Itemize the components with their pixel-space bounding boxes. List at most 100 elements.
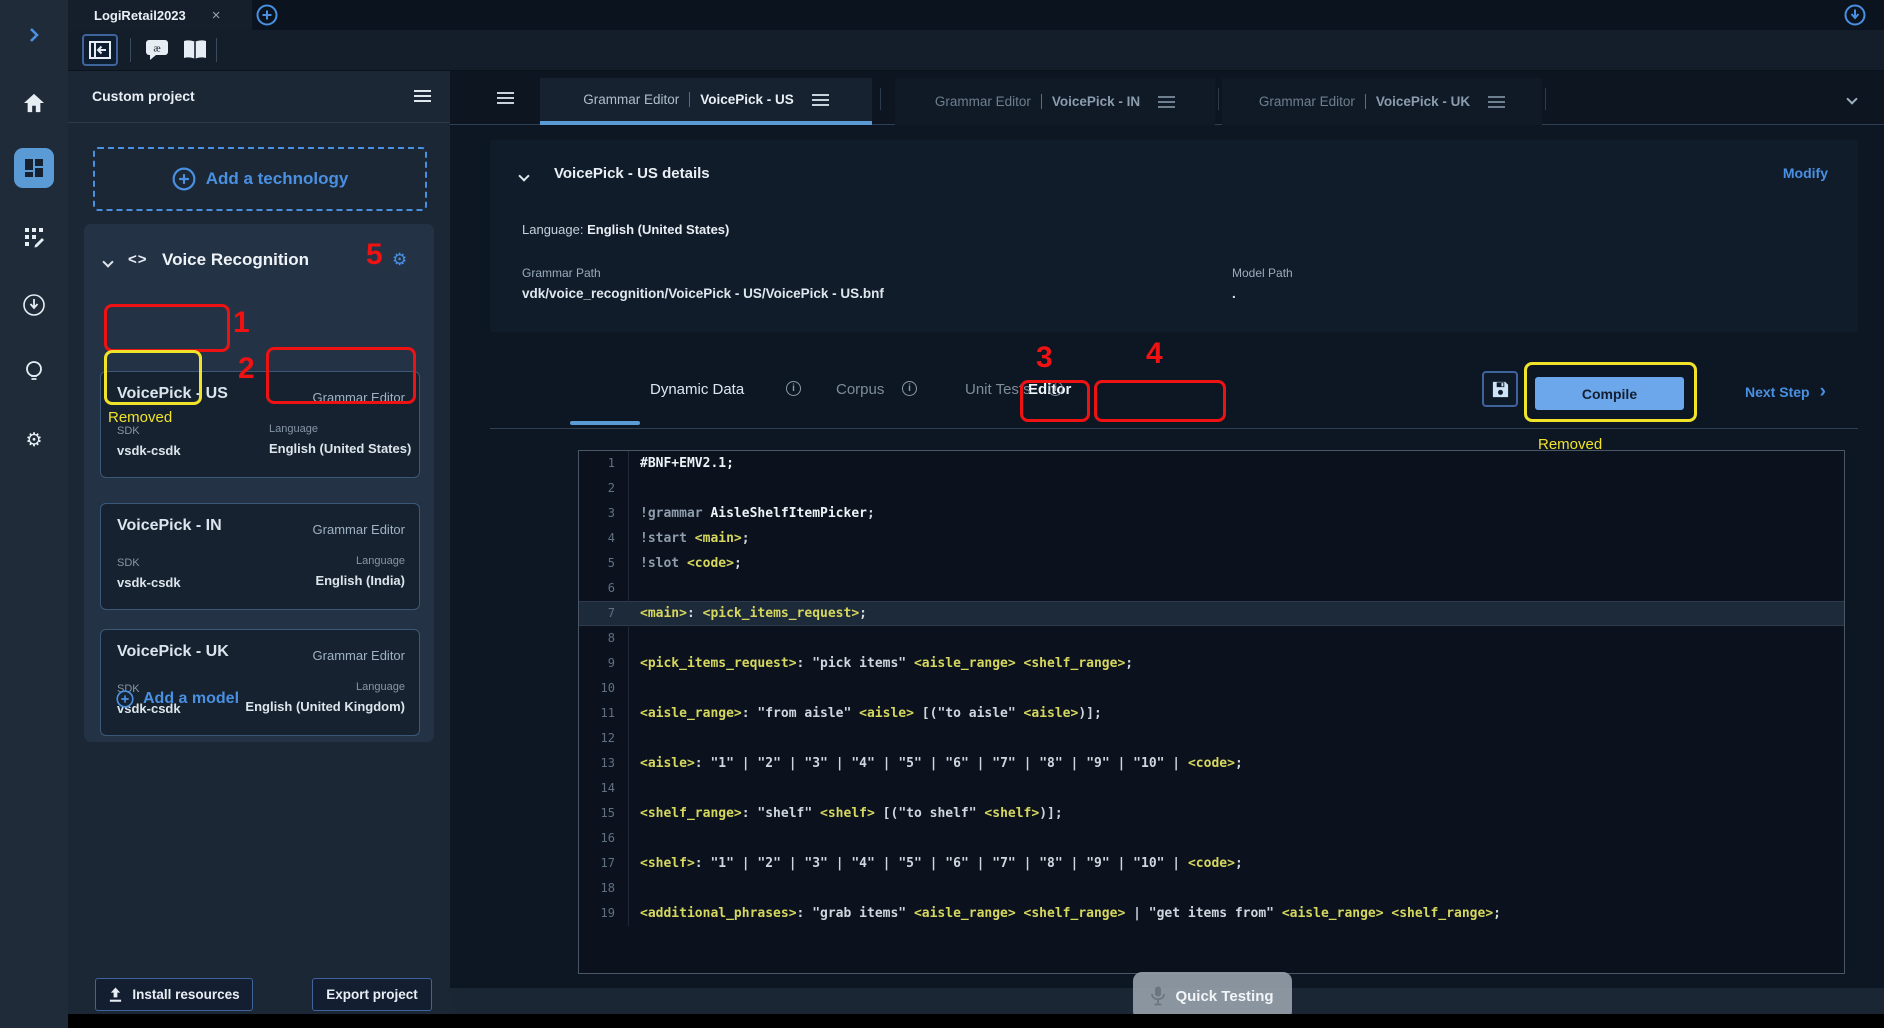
code-line[interactable]: 5!slot <code>; xyxy=(579,551,1844,576)
line-number: 14 xyxy=(579,776,629,801)
code-token: | xyxy=(1125,906,1148,921)
code-line[interactable]: 9<pick_items_request>: "pick items" <ais… xyxy=(579,651,1844,676)
tab-app-label: Grammar Editor xyxy=(583,92,679,107)
code-token: ; xyxy=(1235,856,1243,871)
code-line[interactable]: 16 xyxy=(579,826,1844,851)
project-tab-title: LogiRetail2023 xyxy=(94,8,186,23)
settings-nav-button[interactable]: ⚙ xyxy=(0,420,68,460)
code-line[interactable]: 6 xyxy=(579,576,1844,601)
code-token: "4" xyxy=(851,756,874,771)
code-token: : xyxy=(687,606,703,621)
home-nav-button[interactable] xyxy=(0,83,68,123)
tab-corpus[interactable]: Corpus xyxy=(836,381,884,398)
code-line[interactable]: 1#BNF+EMV2.1; xyxy=(579,451,1844,476)
gear-icon: ⚙ xyxy=(25,429,42,452)
add-technology-button[interactable]: Add a technology xyxy=(93,147,427,211)
code-line[interactable]: 2 xyxy=(579,476,1844,501)
save-button[interactable] xyxy=(1482,371,1518,407)
quick-testing-button[interactable]: Quick Testing xyxy=(1133,972,1292,1020)
info-icon[interactable]: i xyxy=(786,381,801,396)
projects-nav-button-active[interactable] xyxy=(14,148,54,188)
grammar-path-label: Grammar Path xyxy=(522,266,601,280)
tab-menu-icon[interactable] xyxy=(1488,101,1505,103)
section-settings-gear-icon[interactable]: ⚙ xyxy=(392,250,407,270)
code-token: <shelf_range> xyxy=(1024,656,1126,671)
code-token: "2" xyxy=(757,756,780,771)
phonetic-tool-button[interactable]: æ xyxy=(142,36,172,64)
code-token: "6" xyxy=(945,756,968,771)
line-number: 6 xyxy=(579,576,629,601)
tab-unit-tests[interactable]: Unit Tests xyxy=(965,381,1031,398)
code-line[interactable]: 13<aisle>: "1" | "2" | "3" | "4" | "5" |… xyxy=(579,751,1844,776)
panel-menu-icon[interactable] xyxy=(414,95,431,97)
add-model-button[interactable]: Add a model xyxy=(116,690,239,708)
compile-button[interactable]: Compile xyxy=(1535,377,1684,410)
code-line[interactable]: 17<shelf>: "1" | "2" | "3" | "4" | "5" |… xyxy=(579,851,1844,876)
code-text: <shelf>: "1" | "2" | "3" | "4" | "5" | "… xyxy=(629,851,1243,876)
tab-menu-icon[interactable] xyxy=(1158,101,1175,103)
code-line[interactable]: 18 xyxy=(579,876,1844,901)
code-line[interactable]: 10 xyxy=(579,676,1844,701)
templates-nav-button[interactable] xyxy=(0,217,68,257)
tab-overflow-chevron-icon[interactable] xyxy=(1846,93,1857,104)
project-panel: Custom project Add a technology <> Voice… xyxy=(68,71,450,1014)
code-line[interactable]: 15<shelf_range>: "shelf" <shelf> [("to s… xyxy=(579,801,1844,826)
toolbar: æ xyxy=(68,30,1884,71)
downloads-nav-button[interactable] xyxy=(0,285,68,325)
tips-nav-button[interactable] xyxy=(0,352,68,392)
info-icon[interactable]: i xyxy=(1048,381,1063,396)
language-label: Language xyxy=(356,681,405,693)
code-token: "5" xyxy=(898,856,921,871)
code-token: <shelf> xyxy=(984,806,1039,821)
next-step-label: Next Step xyxy=(1745,384,1810,400)
code-line[interactable]: 3!grammar AisleShelfItemPicker; xyxy=(579,501,1844,526)
code-line[interactable]: 19<additional_phrases>: "grab items" <ai… xyxy=(579,901,1844,926)
global-download-button[interactable] xyxy=(1844,4,1866,31)
line-number: 11 xyxy=(579,701,629,726)
annotation-number-5: 5 xyxy=(366,238,383,272)
install-resources-button[interactable]: Install resources xyxy=(95,978,253,1011)
chevron-down-icon[interactable] xyxy=(102,256,113,267)
code-line[interactable]: 11<aisle_range>: "from aisle" <aisle> [(… xyxy=(579,701,1844,726)
code-text xyxy=(629,826,640,851)
project-tab[interactable]: LogiRetail2023 × xyxy=(68,0,252,30)
add-project-tab-button[interactable] xyxy=(256,4,278,31)
model-card-voicepick-uk[interactable]: VoicePick - UK Grammar Editor SDK vsdk-c… xyxy=(100,629,420,736)
grammar-code-editor[interactable]: 1#BNF+EMV2.1;23!grammar AisleShelfItemPi… xyxy=(578,450,1845,974)
info-icon[interactable]: i xyxy=(902,381,917,396)
code-line[interactable]: 14 xyxy=(579,776,1844,801)
close-icon[interactable]: × xyxy=(212,7,221,24)
code-line[interactable]: 4!start <main>; xyxy=(579,526,1844,551)
collapse-details-chevron-icon[interactable] xyxy=(518,170,529,181)
plus-circle-icon xyxy=(256,4,278,26)
code-text xyxy=(629,476,640,501)
tab-menu-icon[interactable] xyxy=(812,99,829,101)
tab-strip-menu-icon[interactable] xyxy=(497,97,514,99)
next-step-button[interactable]: Next Step › xyxy=(1745,384,1826,400)
quick-testing-label: Quick Testing xyxy=(1175,988,1273,1005)
expand-rail-button[interactable] xyxy=(0,15,68,55)
code-line[interactable]: 12 xyxy=(579,726,1844,751)
sdk-value: vsdk-csdk xyxy=(117,575,181,590)
export-project-button[interactable]: Export project xyxy=(312,978,432,1011)
tab-dynamic-data[interactable]: Dynamic Data xyxy=(650,381,744,398)
phonetic-bubble-icon: æ xyxy=(145,39,169,61)
doc-tab-voicepick-uk[interactable]: Grammar Editor VoicePick - UK xyxy=(1222,78,1542,125)
model-card-voicepick-in[interactable]: VoicePick - IN Grammar Editor SDK vsdk-c… xyxy=(100,503,420,610)
code-line[interactable]: 8 xyxy=(579,626,1844,651)
code-token: : xyxy=(742,706,758,721)
code-text xyxy=(629,776,640,801)
book-icon xyxy=(182,39,208,61)
toggle-sidebar-button[interactable] xyxy=(82,34,118,66)
code-token: <aisle> xyxy=(1024,706,1079,721)
doc-tab-voicepick-us-active[interactable]: Grammar Editor VoicePick - US xyxy=(540,78,872,125)
doc-tab-voicepick-in[interactable]: Grammar Editor VoicePick - IN xyxy=(895,78,1215,125)
code-line[interactable]: 7<main>: <pick_items_request>; xyxy=(579,601,1844,626)
code-token: <aisle> xyxy=(640,756,695,771)
code-token: "1" xyxy=(710,756,733,771)
code-token: "from aisle" xyxy=(757,706,851,721)
code-token: | xyxy=(922,756,945,771)
code-token: | xyxy=(828,856,851,871)
modify-link[interactable]: Modify xyxy=(1783,165,1828,181)
documentation-button[interactable] xyxy=(180,36,210,64)
